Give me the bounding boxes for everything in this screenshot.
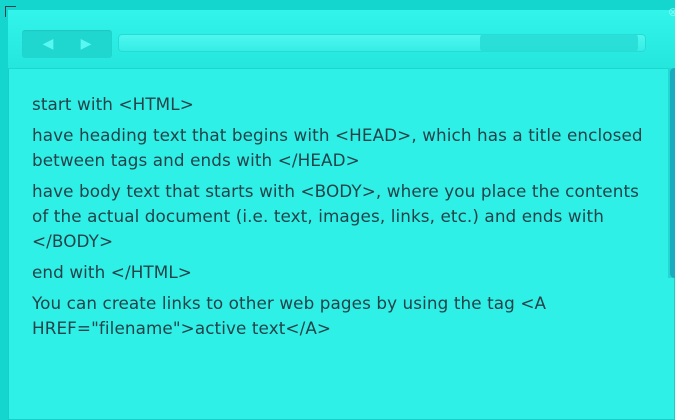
document-line-5: You can create links to other web pages … bbox=[32, 293, 547, 338]
page-content: start with <HTML> have heading text that… bbox=[32, 92, 646, 347]
close-icon[interactable]: ⊗ bbox=[667, 6, 675, 18]
address-bar-end bbox=[480, 34, 638, 52]
browser-toolbar: ◀ ▶ ⊗ bbox=[8, 6, 675, 69]
document-line-2: have heading text that begins with <HEAD… bbox=[32, 125, 643, 170]
document-line-3: have body text that starts with <BODY>, … bbox=[32, 181, 639, 251]
back-icon[interactable]: ◀ bbox=[34, 34, 62, 54]
navigation-buttons: ◀ ▶ bbox=[22, 30, 112, 58]
document-line-1: start with <HTML> bbox=[32, 94, 194, 114]
forward-icon[interactable]: ▶ bbox=[72, 34, 100, 54]
document-line-4: end with </HTML> bbox=[32, 262, 192, 282]
scroll-thumb[interactable] bbox=[670, 68, 675, 278]
browser-window: ◀ ▶ ⊗ start with <HTML> have heading tex… bbox=[8, 6, 675, 420]
vertical-scrollbar[interactable] bbox=[668, 68, 675, 278]
